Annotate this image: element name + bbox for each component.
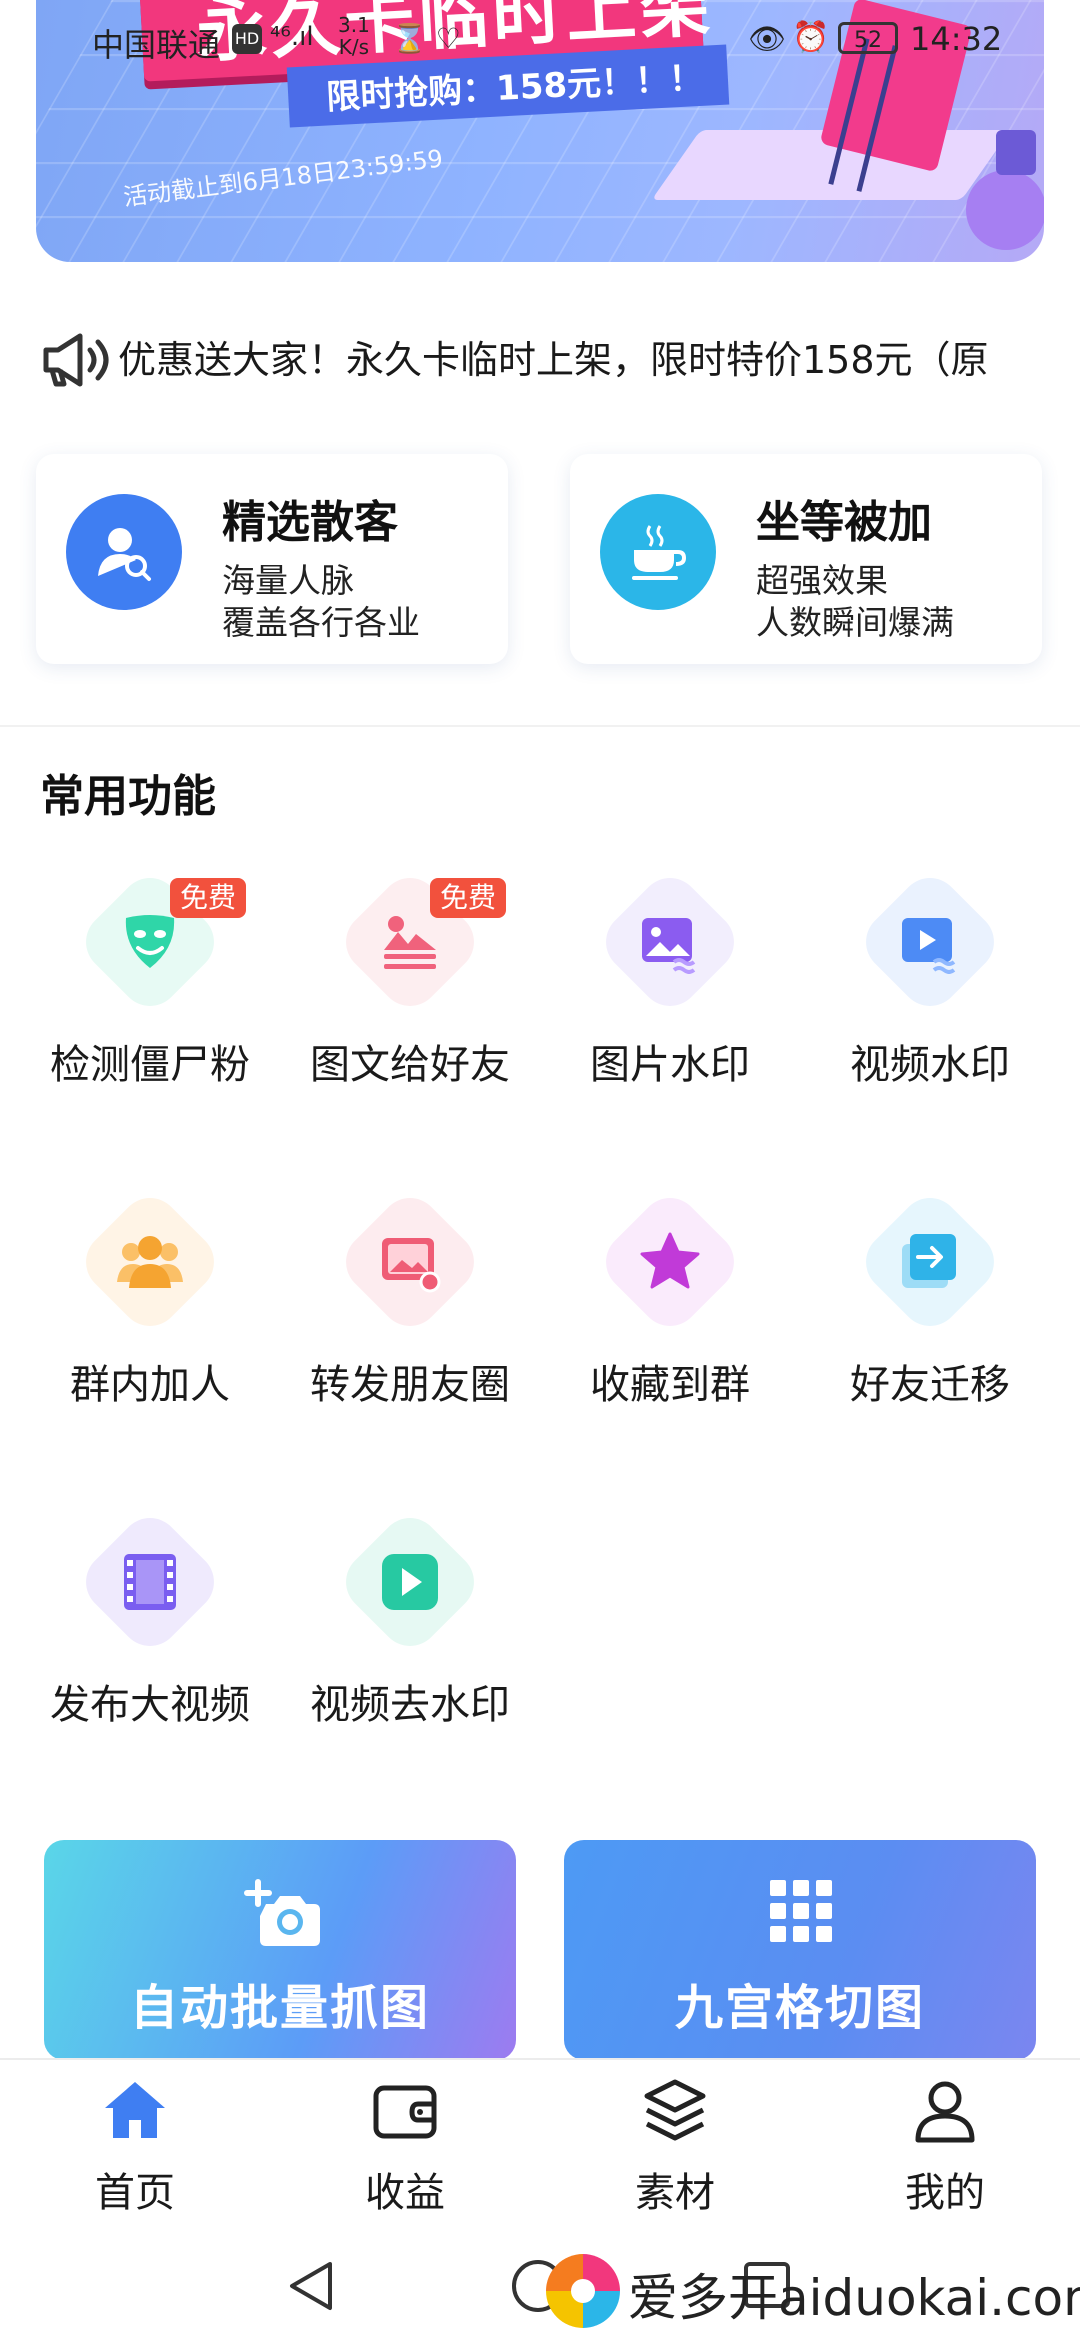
function-label: 好友迁移 xyxy=(850,1362,1010,1408)
promo-label: 自动批量抓图 xyxy=(129,1980,430,2036)
grid-icon xyxy=(768,1878,834,1948)
signal-icon: ⁴⁶.ıl xyxy=(270,22,314,52)
tab-home[interactable]: 首页 xyxy=(0,2060,270,2240)
play-icon xyxy=(360,1532,460,1632)
network-speed-unit: K/s xyxy=(338,35,370,59)
battery-icon: 52 xyxy=(838,22,898,54)
image-watermark-icon xyxy=(620,892,720,992)
function-label: 发布大视频 xyxy=(50,1682,250,1728)
feature-card-select-customers[interactable]: 精选散客 海量人脉 覆盖各行各业 xyxy=(36,454,508,664)
tab-profile[interactable]: 我的 xyxy=(810,2060,1080,2240)
banner-illustration-plant xyxy=(996,130,1036,175)
carrier-name: 中国联通 xyxy=(92,26,221,64)
megaphone-icon xyxy=(40,330,110,390)
function-label: 图片水印 xyxy=(590,1042,750,1088)
status-bar: 中国联通 HD ⁴⁶.ıl 3.1 K/s ⌛ ♡ 👁 ⏰ 52 14:32 xyxy=(0,0,1080,80)
function-label: 检测僵尸粉 xyxy=(50,1042,250,1088)
free-badge: 免费 xyxy=(170,878,247,918)
camera-add-icon xyxy=(244,1878,320,1954)
transfer-icon xyxy=(880,1212,980,1312)
watermark-text: 爱多开aiduokai.com xyxy=(628,2269,1080,2327)
function-friend-migration[interactable]: 好友迁移 xyxy=(800,1180,1060,1440)
section-title: 常用功能 xyxy=(40,771,216,822)
banner-illustration-blob xyxy=(966,170,1044,250)
function-forward-moments[interactable]: 转发朋友圈 xyxy=(280,1180,540,1440)
video-watermark-icon xyxy=(880,892,980,992)
coffee-cup-icon xyxy=(600,494,716,610)
back-icon[interactable] xyxy=(286,2258,338,2318)
group-icon xyxy=(100,1212,200,1312)
feature-subtitle: 覆盖各行各业 xyxy=(222,603,420,642)
nine-grid-cut-button[interactable]: 九宫格切图 xyxy=(564,1840,1036,2060)
feature-subtitle: 超强效果 xyxy=(756,561,888,600)
tab-label: 收益 xyxy=(365,2170,445,2216)
feature-card-wait-added[interactable]: 坐等被加 超强效果 人数瞬间爆满 xyxy=(570,454,1042,664)
user-icon xyxy=(910,2076,980,2146)
function-save-to-group[interactable]: 收藏到群 xyxy=(540,1180,800,1440)
watermark-logo-icon xyxy=(544,2252,622,2330)
eye-icon: 👁 xyxy=(748,22,787,57)
hourglass-icon: ⌛ ♡ xyxy=(392,22,461,55)
function-label: 图文给好友 xyxy=(310,1042,510,1088)
tab-label: 我的 xyxy=(905,2170,985,2216)
tab-earnings[interactable]: 收益 xyxy=(270,2060,540,2240)
feature-subtitle: 人数瞬间爆满 xyxy=(756,603,954,642)
function-label: 群内加人 xyxy=(70,1362,230,1408)
function-label: 收藏到群 xyxy=(590,1362,750,1408)
function-label: 视频水印 xyxy=(850,1042,1010,1088)
user-search-icon xyxy=(66,494,182,610)
feature-subtitle: 海量人脉 xyxy=(222,561,354,600)
wallet-icon xyxy=(370,2076,440,2146)
feature-title: 精选散客 xyxy=(222,497,398,548)
section-divider xyxy=(0,725,1080,727)
free-badge: 免费 xyxy=(430,878,507,918)
function-label: 视频去水印 xyxy=(310,1682,510,1728)
function-label: 转发朋友圈 xyxy=(310,1362,510,1408)
auto-batch-capture-button[interactable]: 自动批量抓图 xyxy=(44,1840,516,2060)
function-publish-big-video[interactable]: 发布大视频 xyxy=(20,1500,280,1760)
film-icon xyxy=(100,1532,200,1632)
alarm-icon: ⏰ xyxy=(792,20,830,55)
network-speed: 3.1 K/s xyxy=(338,14,370,58)
promo-label: 九宫格切图 xyxy=(674,1980,925,2036)
function-group-add[interactable]: 群内加人 xyxy=(20,1180,280,1440)
star-icon xyxy=(620,1212,720,1312)
feature-title: 坐等被加 xyxy=(756,497,932,548)
tab-label: 首页 xyxy=(95,2170,175,2216)
function-remove-video-watermark[interactable]: 视频去水印 xyxy=(280,1500,540,1760)
function-detect-zombie-fans[interactable]: 免费 检测僵尸粉 xyxy=(20,860,280,1120)
home-icon xyxy=(100,2076,170,2146)
network-speed-value: 3.1 xyxy=(338,13,370,37)
hd-icon: HD xyxy=(232,24,262,54)
tab-label: 素材 xyxy=(635,2170,715,2216)
bottom-tab-bar: 首页 收益 素材 我的 xyxy=(0,2058,1080,2240)
function-image-text-to-friend[interactable]: 免费 图文给好友 xyxy=(280,860,540,1120)
clock-time: 14:32 xyxy=(910,20,1003,58)
tab-materials[interactable]: 素材 xyxy=(540,2060,810,2240)
photo-forward-icon xyxy=(360,1212,460,1312)
announcement-marquee[interactable]: 优惠送大家！永久卡临时上架，限时特价158元（原 xyxy=(118,332,1048,392)
function-image-watermark[interactable]: 图片水印 xyxy=(540,860,800,1120)
function-video-watermark[interactable]: 视频水印 xyxy=(800,860,1060,1120)
site-watermark: 爱多开aiduokai.com xyxy=(540,2252,1080,2332)
layers-icon xyxy=(640,2076,710,2146)
